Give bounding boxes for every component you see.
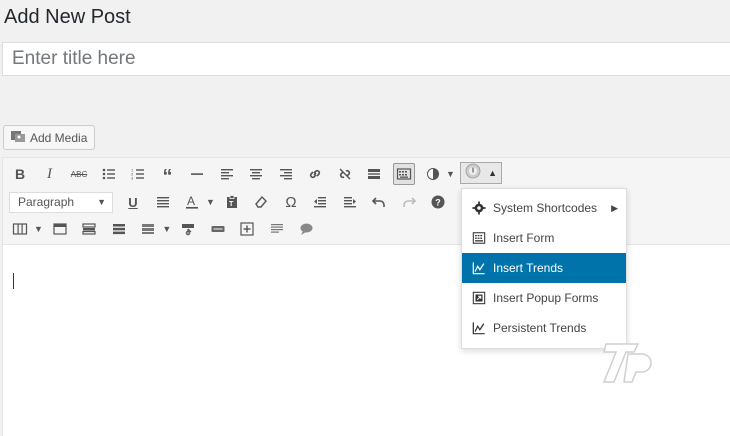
text-color-caret[interactable]: ▼ [206,197,215,207]
label-icon[interactable] [207,218,229,240]
button-shortcode-icon[interactable] [177,218,199,240]
outdent-icon[interactable] [309,191,331,213]
menu-item-insert-trends[interactable]: Insert Trends [462,253,626,283]
theme-dropdown-caret[interactable]: ▼ [446,169,455,179]
box-icon[interactable] [49,218,71,240]
blockquote-icon[interactable]: “ [157,163,179,187]
columns-caret[interactable]: ▼ [34,224,43,234]
read-more-icon[interactable] [363,163,385,185]
align-right-icon[interactable] [275,163,297,185]
form-icon [472,231,486,245]
paste-text-icon[interactable]: T [221,191,243,213]
popup-icon [472,291,486,305]
special-character-icon[interactable]: Ω [280,191,302,213]
horizontal-rule-icon[interactable] [186,163,208,185]
redo-icon[interactable] [398,191,420,213]
format-select-value: Paragraph [18,195,75,209]
media-icon [10,129,26,146]
chevron-down-icon: ▼ [97,197,106,207]
indent-icon[interactable] [339,191,361,213]
svg-text:A: A [187,194,195,208]
strikethrough-icon[interactable]: ABC [68,163,90,185]
bold-button[interactable]: B [9,163,31,185]
align-left-icon[interactable] [216,163,238,185]
stack-icon[interactable] [108,218,130,240]
menu-item-system-shortcodes[interactable]: System Shortcodes ▶ [462,193,626,223]
align-center-icon[interactable] [245,163,267,185]
shortcode-dropdown-menu: System Shortcodes ▶ Insert Form Insert T… [461,188,627,349]
layout-caret[interactable]: ▼ [162,224,171,234]
link-icon[interactable] [304,163,326,185]
toolbar-row-2: Paragraph ▼ U A ▼ T Ω ? [9,191,457,213]
toolbar-row-1: B I ABC 123 “ ▼ [9,163,461,187]
justify-icon[interactable] [152,191,174,213]
speech-bubble-icon[interactable] [295,218,317,240]
menu-item-label: Insert Trends [493,261,564,275]
numbered-list-icon[interactable]: 123 [127,163,149,185]
menu-item-label: Persistent Trends [493,321,587,335]
submenu-arrow-icon: ▶ [611,202,618,213]
trends-icon [472,261,486,275]
bullet-list-icon[interactable] [98,163,120,185]
format-select[interactable]: Paragraph ▼ [9,191,113,213]
italic-button[interactable]: I [39,163,61,185]
columns-icon[interactable] [9,218,31,240]
unlink-icon[interactable] [334,163,356,185]
text-color-icon[interactable]: A [181,191,203,213]
help-icon[interactable]: ? [427,191,449,213]
gear-icon [472,201,486,215]
rows-icon[interactable] [78,218,100,240]
add-media-button[interactable]: Add Media [3,125,96,150]
post-title-input[interactable] [2,42,730,76]
toolbar-row-3: ▼ ▼ [9,218,325,240]
svg-text:?: ? [436,198,442,208]
layout-icon[interactable] [137,218,159,240]
theme-icon[interactable] [422,163,444,185]
watermark-logo [598,336,656,386]
text-block-icon[interactable] [266,218,288,240]
add-box-icon[interactable] [236,218,258,240]
undo-icon[interactable] [368,191,390,213]
menu-item-insert-form[interactable]: Insert Form [462,223,626,253]
menu-item-label: System Shortcodes [493,201,598,215]
toolbar-toggle-icon[interactable] [392,163,415,185]
shortcode-logo-icon [465,163,481,184]
caret-up-icon: ▲ [488,168,497,178]
menu-item-label: Insert Popup Forms [493,291,599,305]
menu-item-label: Insert Form [493,231,555,245]
menu-item-insert-popup-forms[interactable]: Insert Popup Forms [462,283,626,313]
shortcode-menu-button[interactable]: ▲ [460,162,502,184]
clear-formatting-icon[interactable] [250,191,272,213]
underline-button[interactable]: U [122,191,144,213]
trends-icon [472,321,486,335]
svg-text:3: 3 [131,176,134,181]
svg-text:T: T [229,201,234,208]
add-media-label: Add Media [30,130,88,145]
page-title: Add New Post [4,6,131,28]
text-cursor [13,273,14,289]
